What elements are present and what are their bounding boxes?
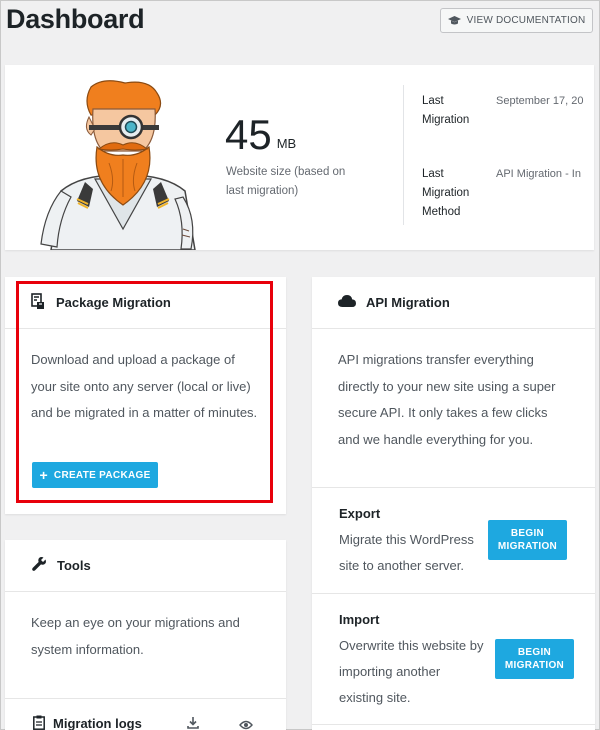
api-migration-header: API Migration	[312, 277, 595, 329]
import-separator	[312, 593, 595, 594]
website-size-unit: MB	[276, 136, 297, 151]
last-migration-method-label: Last Migration Method	[422, 168, 470, 218]
website-size: 45 MB	[225, 111, 297, 158]
migration-logs-label: Migration logs	[53, 716, 142, 730]
graduation-cap-icon	[447, 15, 461, 26]
cloud-icon	[338, 295, 356, 310]
package-icon	[31, 292, 46, 313]
migration-logs-row[interactable]: Migration logs	[5, 698, 286, 730]
import-title: Import	[339, 612, 380, 627]
page-title: Dashboard	[6, 4, 145, 34]
import-begin-migration-button[interactable]: BEGIN MIGRATION	[495, 639, 574, 679]
api-bottom-separator	[312, 724, 595, 725]
tools-title: Tools	[57, 558, 91, 573]
api-migration-title: API Migration	[366, 295, 450, 310]
last-migration-value: September 17, 20	[496, 95, 584, 107]
export-separator	[312, 487, 595, 488]
website-size-caption: Website size (based on last migration)	[226, 166, 346, 197]
package-migration-description: Download and upload a package of your si…	[31, 352, 258, 420]
clipboard-icon	[33, 715, 45, 730]
tools-header: Tools	[5, 540, 286, 592]
create-package-button[interactable]: + CREATE PACKAGE	[32, 462, 158, 488]
overview-card: 45 MB Website size (based on last migrat…	[5, 65, 594, 250]
wrench-icon	[31, 556, 47, 575]
view-documentation-button[interactable]: VIEW DOCUMENTATION	[440, 8, 593, 33]
tools-description: Keep an eye on your migrations and syste…	[31, 615, 240, 657]
last-migration-label: Last Migration	[422, 95, 470, 126]
tools-card: Tools Keep an eye on your migrations and…	[5, 540, 286, 730]
last-migration-method-value: API Migration - In	[496, 168, 581, 180]
export-title: Export	[339, 506, 381, 521]
export-description: Migrate this WordPress site to another s…	[339, 532, 474, 573]
create-package-label: CREATE PACKAGE	[53, 469, 151, 481]
mascot-illustration	[40, 80, 196, 250]
package-migration-title: Package Migration	[56, 295, 171, 310]
overview-divider	[403, 85, 404, 225]
package-migration-card: Package Migration Download and upload a …	[5, 277, 286, 514]
export-begin-migration-button[interactable]: BEGIN MIGRATION	[488, 520, 567, 560]
plus-icon: +	[39, 467, 48, 483]
api-migration-description: API migrations transfer everything direc…	[338, 352, 556, 447]
download-icon[interactable]	[187, 716, 199, 730]
website-size-value: 45	[225, 111, 272, 158]
view-documentation-label: VIEW DOCUMENTATION	[466, 15, 586, 26]
import-description: Overwrite this website by importing anot…	[339, 638, 484, 705]
api-migration-card: API Migration API migrations transfer ev…	[312, 277, 595, 730]
eye-icon[interactable]	[239, 717, 253, 730]
package-migration-header: Package Migration	[5, 277, 286, 329]
